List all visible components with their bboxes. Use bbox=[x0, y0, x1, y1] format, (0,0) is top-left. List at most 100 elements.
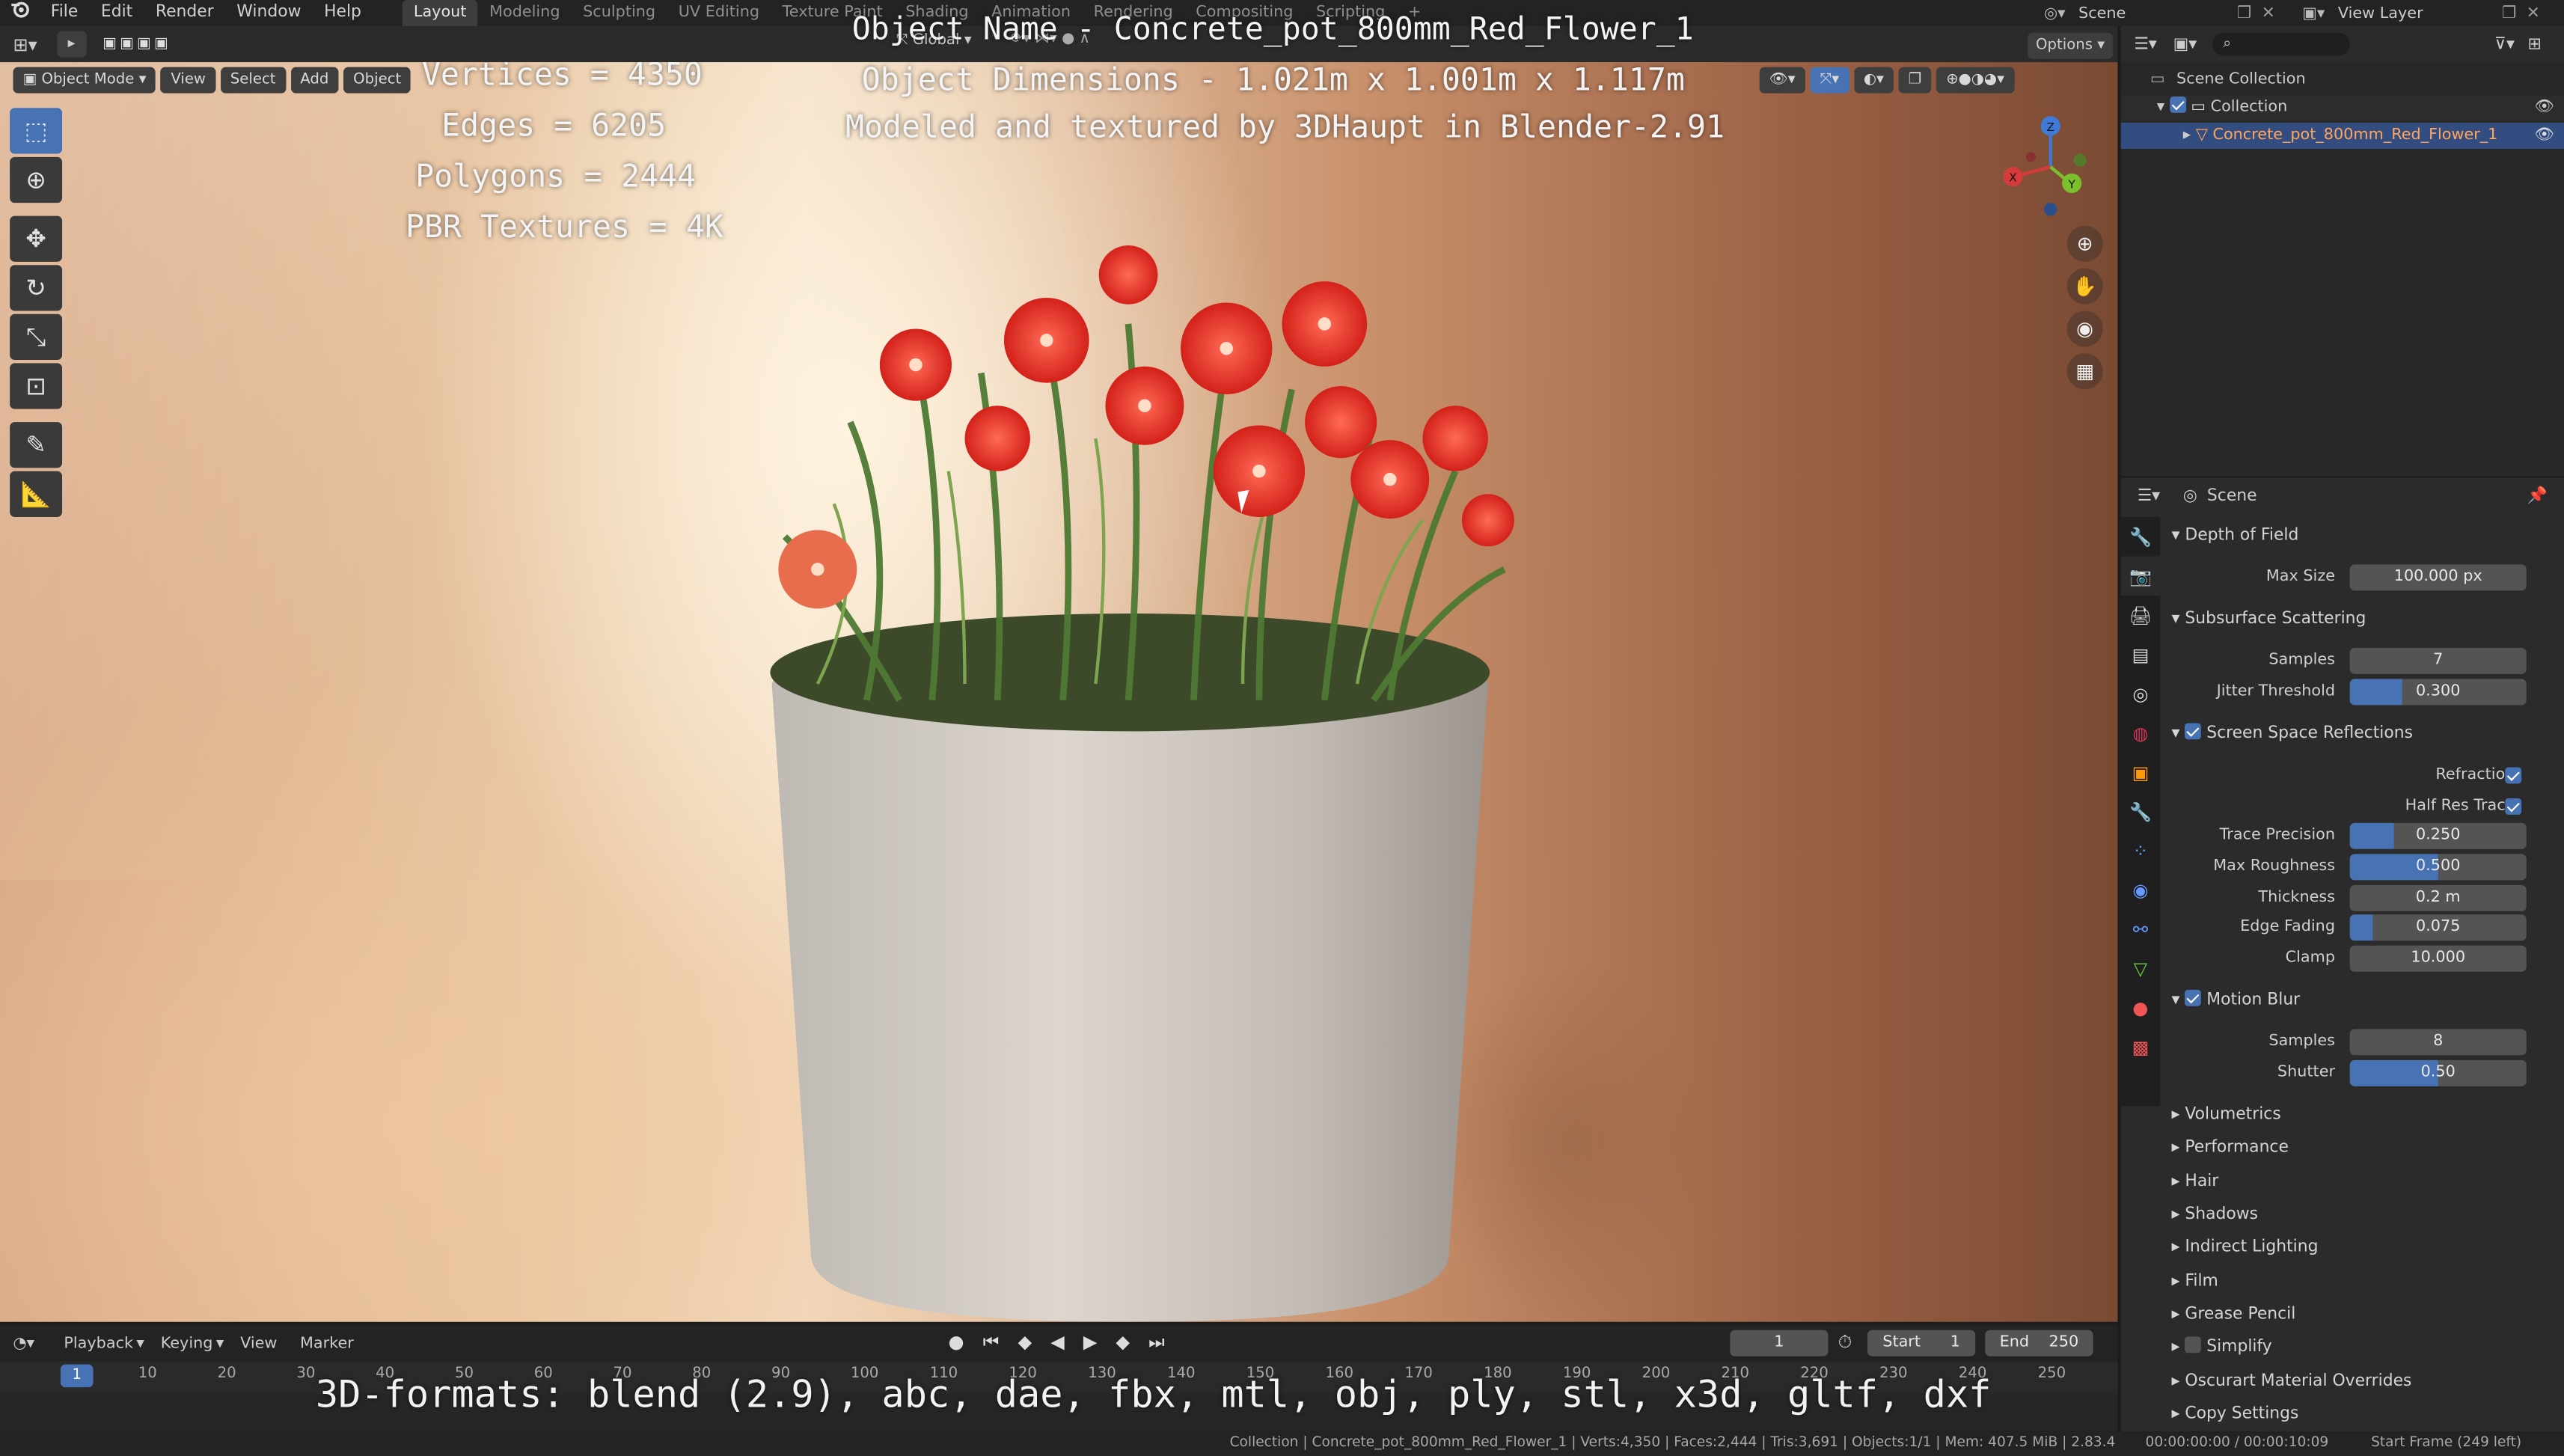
playhead[interactable]: 1 bbox=[60, 1364, 94, 1388]
menu-file[interactable]: File bbox=[39, 0, 89, 26]
stopwatch-icon[interactable]: ⏱ bbox=[1838, 1332, 1852, 1355]
motion-blur-checkbox[interactable] bbox=[2185, 989, 2202, 1006]
clamp-field[interactable]: 10.000 bbox=[2349, 945, 2527, 972]
scene-selector[interactable]: ◎▾ Scene bbox=[2044, 0, 2126, 26]
display-mode-icon[interactable]: ▣▾ bbox=[2173, 35, 2197, 53]
select-box-tool-icon[interactable]: ⬚ bbox=[10, 108, 63, 154]
tab-modeling[interactable]: Modeling bbox=[478, 0, 572, 26]
new-scene-icon[interactable]: ❐ bbox=[2237, 4, 2252, 22]
view-layer-tab-icon[interactable]: ▤ bbox=[2121, 634, 2160, 673]
annotate-tool-icon[interactable]: ✎ bbox=[10, 422, 63, 468]
pin-icon[interactable]: 📌 bbox=[2527, 486, 2548, 504]
shutter-slider[interactable]: 0.50 bbox=[2349, 1059, 2527, 1086]
tab-layout[interactable]: Layout bbox=[402, 0, 478, 26]
material-tab-icon[interactable]: ● bbox=[2121, 988, 2160, 1027]
scale-tool-icon[interactable]: ⤡ bbox=[10, 313, 63, 361]
sss-samples-field[interactable]: 7 bbox=[2349, 647, 2527, 674]
properties-editor-icon[interactable]: ☰▾ bbox=[2138, 486, 2161, 504]
playback-menu[interactable]: Playback bbox=[64, 1334, 133, 1352]
tab-sculpting[interactable]: Sculpting bbox=[572, 0, 667, 26]
overlays-icon[interactable]: ◐▾ bbox=[1853, 67, 1894, 94]
panel-oscurart[interactable]: ▸ Oscurart Material Overrides bbox=[2158, 1366, 2564, 1399]
trace-precision-slider[interactable]: 0.250 bbox=[2349, 822, 2527, 849]
add-menu[interactable]: Add bbox=[290, 67, 339, 94]
view-menu[interactable]: View bbox=[161, 67, 216, 94]
simplify-checkbox[interactable] bbox=[2185, 1336, 2202, 1353]
keying-menu[interactable]: Keying bbox=[161, 1334, 213, 1352]
cursor-tool-icon[interactable]: ⊕ bbox=[10, 156, 63, 204]
delete-view-layer-icon[interactable]: ✕ bbox=[2527, 4, 2540, 22]
panel-indirect-lighting[interactable]: ▸ Indirect Lighting bbox=[2158, 1232, 2564, 1264]
object-tab-icon[interactable]: ▣ bbox=[2121, 753, 2160, 792]
select-menu[interactable]: Select bbox=[220, 67, 286, 94]
panel-film[interactable]: ▸ Film bbox=[2158, 1266, 2564, 1299]
tool-tab-icon[interactable]: 🔧 bbox=[2121, 517, 2160, 556]
world-tab-icon[interactable]: ◍ bbox=[2121, 713, 2160, 752]
scene-collection-row[interactable]: ▭ Scene Collection bbox=[2121, 67, 2564, 94]
collection-row[interactable]: ▾ ▭ Collection 👁 bbox=[2120, 94, 2564, 121]
object-menu[interactable]: Object bbox=[343, 67, 411, 94]
menu-window[interactable]: Window bbox=[225, 0, 313, 26]
physics-tab-icon[interactable]: ◉ bbox=[2121, 870, 2160, 909]
end-frame-field[interactable]: End 250 bbox=[1985, 1330, 2093, 1356]
panel-motion-blur[interactable]: ▾ Motion Blur bbox=[2158, 985, 2564, 1018]
constraints-tab-icon[interactable]: ⚯ bbox=[2121, 910, 2160, 949]
record-icon[interactable]: ● bbox=[949, 1332, 971, 1353]
move-tool-icon[interactable]: ✥ bbox=[10, 215, 63, 262]
edge-fading-slider[interactable]: 0.075 bbox=[2349, 914, 2527, 941]
max-size-field[interactable]: 100.000 px bbox=[2349, 564, 2527, 591]
menu-render[interactable]: Render bbox=[144, 0, 225, 26]
camera-view-icon[interactable]: ◉ bbox=[2066, 311, 2103, 347]
play-icon[interactable]: ▶ bbox=[1083, 1332, 1104, 1353]
collection-visibility-icon[interactable]: 👁 bbox=[2535, 95, 2554, 121]
delete-scene-icon[interactable]: ✕ bbox=[2262, 4, 2275, 22]
data-tab-icon[interactable]: ▽ bbox=[2121, 949, 2160, 988]
prev-key-icon[interactable]: ◆ bbox=[1018, 1332, 1038, 1353]
mb-samples-field[interactable]: 8 bbox=[2349, 1029, 2527, 1056]
ssr-checkbox[interactable] bbox=[2185, 723, 2202, 740]
menu-help[interactable]: Help bbox=[313, 0, 373, 26]
menu-edit[interactable]: Edit bbox=[90, 0, 144, 26]
view-layer-selector[interactable]: ▣▾ View Layer bbox=[2302, 0, 2423, 26]
next-key-icon[interactable]: ◆ bbox=[1116, 1332, 1136, 1353]
panel-volumetrics[interactable]: ▸ Volumetrics bbox=[2158, 1099, 2564, 1132]
modifier-tab-icon[interactable]: 🔧 bbox=[2121, 792, 2160, 831]
xray-icon[interactable]: ❐ bbox=[1898, 67, 1932, 94]
tab-uv-editing[interactable]: UV Editing bbox=[667, 0, 771, 26]
object-row[interactable]: ▸ ▽ Concrete_pot_800mm_Red_Flower_1 👁 bbox=[2120, 122, 2564, 149]
jump-end-icon[interactable]: ⏭ bbox=[1148, 1332, 1171, 1353]
collection-checkbox[interactable] bbox=[2169, 97, 2186, 113]
marker-menu[interactable]: Marker bbox=[300, 1334, 354, 1352]
refraction-checkbox[interactable] bbox=[2505, 767, 2522, 784]
jitter-slider[interactable]: 0.300 bbox=[2349, 679, 2527, 706]
half-res-checkbox[interactable] bbox=[2505, 798, 2522, 815]
blender-logo-icon[interactable] bbox=[0, 0, 39, 28]
outliner-editor-icon[interactable]: ☰▾ bbox=[2134, 35, 2157, 53]
play-reverse-icon[interactable]: ◀ bbox=[1050, 1332, 1071, 1353]
timeline-view-menu[interactable]: View bbox=[240, 1334, 277, 1352]
navigation-gizmo[interactable]: Z X Y bbox=[1998, 111, 2103, 223]
object-visibility-icon[interactable]: 👁 bbox=[2535, 123, 2554, 149]
scene-tab-icon[interactable]: ◎ bbox=[2121, 674, 2160, 713]
object-mode-dropdown[interactable]: ▣ Object Mode ▾ bbox=[13, 67, 156, 94]
panel-grease-pencil[interactable]: ▸ Grease Pencil bbox=[2158, 1299, 2564, 1332]
timeline-editor-icon[interactable]: ◔▾ bbox=[13, 1334, 34, 1352]
panel-screen-space-reflections[interactable]: ▾ Screen Space Reflections bbox=[2158, 718, 2564, 751]
current-frame-field[interactable]: 1 bbox=[1730, 1330, 1829, 1356]
texture-tab-icon[interactable]: ▩ bbox=[2121, 1027, 2160, 1066]
panel-hair[interactable]: ▸ Hair bbox=[2158, 1166, 2564, 1199]
select-tool-icon[interactable]: ▸ bbox=[56, 31, 87, 58]
panel-depth-of-field[interactable]: ▾ Depth of Field bbox=[2158, 520, 2564, 553]
panel-copy-settings[interactable]: ▸ Copy Settings bbox=[2158, 1398, 2564, 1431]
3d-viewport[interactable]: Vertices = 4350 Edges = 6205 Polygons = … bbox=[0, 62, 2118, 1322]
filter-icon[interactable]: ⊽▾ bbox=[2494, 35, 2515, 53]
panel-subsurface-scattering[interactable]: ▾ Subsurface Scattering bbox=[2158, 604, 2564, 637]
particles-tab-icon[interactable]: ⁘ bbox=[2121, 831, 2160, 870]
panel-performance[interactable]: ▸ Performance bbox=[2158, 1132, 2564, 1165]
panel-shadows[interactable]: ▸ Shadows bbox=[2158, 1199, 2564, 1232]
thickness-field[interactable]: 0.2 m bbox=[2349, 884, 2527, 911]
jump-start-icon[interactable]: ⏮ bbox=[983, 1332, 1006, 1353]
panel-simplify[interactable]: ▸ Simplify bbox=[2158, 1332, 2564, 1365]
transform-tool-icon[interactable]: ⊡ bbox=[10, 363, 63, 409]
new-view-layer-icon[interactable]: ❐ bbox=[2502, 4, 2517, 22]
